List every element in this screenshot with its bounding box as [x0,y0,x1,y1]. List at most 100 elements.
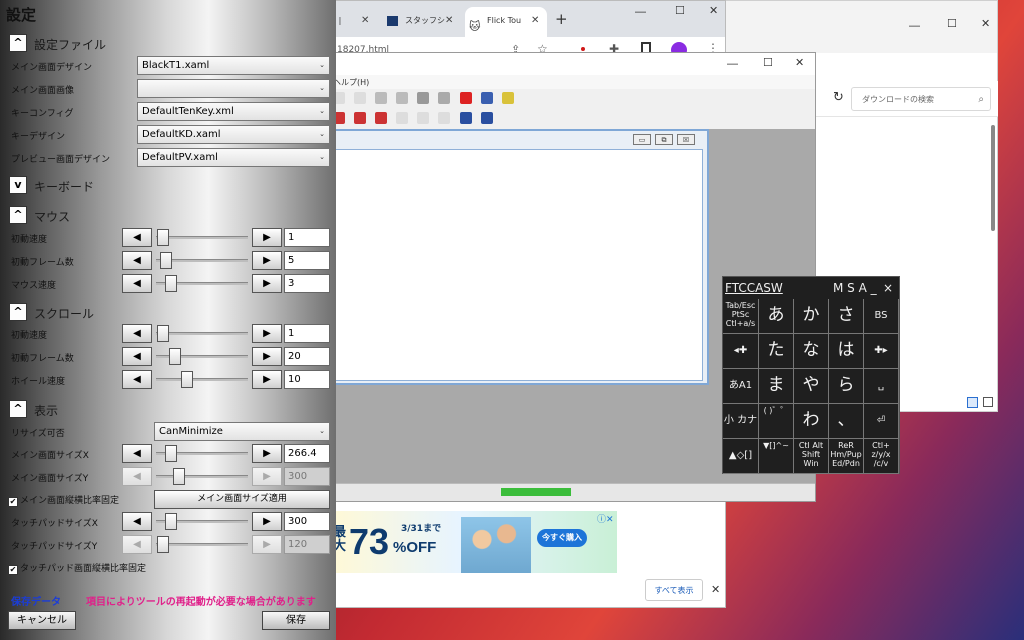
extension-dot-icon[interactable] [581,47,585,51]
close-tab-icon[interactable]: ✕ [531,7,539,35]
mdi-close-icon[interactable]: ☒ [677,134,695,145]
toolbar-doc-icon[interactable] [417,112,430,124]
decrease-button[interactable]: ◀ [122,274,152,293]
save-button[interactable]: 保存 [262,611,330,630]
increase-button[interactable]: ▶ [252,512,282,531]
slider-track[interactable] [156,378,248,381]
value-input[interactable]: 266.4 [284,444,330,463]
value-input[interactable]: 1 [284,324,330,343]
minimize-icon[interactable]: ― [727,57,738,70]
key-4-1[interactable]: ▼[]^~ [759,439,794,474]
toolbar-text-icon[interactable] [354,112,367,124]
refresh-icon[interactable]: ↻ [833,90,844,105]
slider-thumb[interactable] [165,513,177,530]
mdi-minimize-icon[interactable]: ▭ [633,134,651,145]
key-1-3[interactable]: は [829,334,864,369]
slider-track[interactable] [156,332,248,335]
increase-button[interactable]: ▶ [252,444,282,463]
close-tab-icon[interactable]: ✕ [445,7,453,35]
file-select[interactable]: DefaultPV.xaml ⌄ [137,148,330,167]
value-input[interactable]: 120 [284,535,330,554]
increase-button[interactable]: ▶ [252,274,282,293]
slider-thumb[interactable] [157,325,169,342]
slider-thumb[interactable] [165,275,177,292]
toolbar-nodes-icon[interactable] [396,92,409,104]
value-input[interactable]: 1 [284,228,330,247]
maximize-icon[interactable]: ☐ [947,17,957,30]
increase-button[interactable]: ▶ [252,535,282,554]
collapse-display-button[interactable]: ^ [9,400,27,418]
cancel-button[interactable]: キャンセル [8,611,76,630]
expand-keyboard-button[interactable]: v [9,176,27,194]
minimize-icon[interactable]: ― [635,5,646,18]
resize-select[interactable]: CanMinimize ⌄ [154,422,330,441]
toolbar-list-icon[interactable] [375,112,388,124]
key-1-1[interactable]: た [759,334,794,369]
collapse-file-button[interactable]: ^ [9,34,27,52]
key-0-3[interactable]: さ [829,299,864,334]
close-icon[interactable]: ✕ [709,4,718,17]
decrease-button[interactable]: ◀ [122,347,152,366]
key-1-4[interactable]: ✚▸ [864,334,899,369]
new-tab-icon[interactable]: + [555,10,568,28]
maximize-icon[interactable]: ☐ [763,56,773,69]
downloads-search-input[interactable]: ダウンロードの検索 ⌕ [851,87,991,111]
decrease-button[interactable]: ◀ [122,251,152,270]
ad-cta-button[interactable]: 今すぐ購入 [537,529,587,547]
value-input[interactable]: 20 [284,347,330,366]
ad-banner[interactable]: 最大 73 %OFF 3/31まで 今すぐ購入 ⓘ✕ [331,511,617,573]
key-4-3[interactable]: ReR Hm/Pup Ed/Pdn [829,439,864,474]
toolbar-check-icon[interactable] [417,92,430,104]
close-icon[interactable]: ✕ [795,56,804,69]
scrollbar[interactable] [991,125,995,231]
file-select[interactable]: DefaultKD.xaml ⌄ [137,125,330,144]
toolbar-tree-icon[interactable] [375,92,388,104]
file-select[interactable]: ⌄ [137,79,330,98]
collapse-scroll-button[interactable]: ^ [9,303,27,321]
key-3-3[interactable]: 、 [829,404,864,439]
key-0-2[interactable]: か [794,299,829,334]
decrease-button[interactable]: ◀ [122,444,152,463]
see-all-button[interactable]: すべて表示 [645,579,703,601]
toolbar-help-icon[interactable] [501,92,514,104]
tab-2[interactable]: スタッフシ ✕ [383,7,461,37]
checkbox-checked[interactable]: ✔ [8,565,18,575]
toolbar-red-mark-icon[interactable] [459,92,472,104]
value-input[interactable]: 3 [284,274,330,293]
increase-button[interactable]: ▶ [252,370,282,389]
toolbar-abc-icon[interactable] [438,92,451,104]
key-0-4[interactable]: BS [864,299,899,334]
value-input[interactable]: 300 [284,467,330,486]
slider-track[interactable] [156,475,248,478]
increase-button[interactable]: ▶ [252,347,282,366]
slider-thumb[interactable] [173,468,185,485]
slider-track[interactable] [156,236,248,239]
slider-thumb[interactable] [181,371,193,388]
toolbar-box-icon[interactable] [438,112,451,124]
decrease-button[interactable]: ◀ [122,535,152,554]
key-4-2[interactable]: Ctl Alt Shift Win [794,439,829,474]
key-2-0[interactable]: あA1 [723,369,759,404]
increase-button[interactable]: ▶ [252,324,282,343]
ad-info-icon[interactable]: ⓘ✕ [597,512,614,525]
decrease-button[interactable]: ◀ [122,228,152,247]
key-2-3[interactable]: ら [829,369,864,404]
decrease-button[interactable]: ◀ [122,467,152,486]
key-0-1[interactable]: あ [759,299,794,334]
key-2-4[interactable]: ␣ [864,369,899,404]
slider-thumb[interactable] [157,536,169,553]
decrease-button[interactable]: ◀ [122,370,152,389]
decrease-button[interactable]: ◀ [122,324,152,343]
increase-button[interactable]: ▶ [252,251,282,270]
file-select[interactable]: DefaultTenKey.xml ⌄ [137,102,330,121]
close-icon[interactable]: ✕ [981,17,990,30]
large-icons-view-icon[interactable] [983,397,993,407]
value-input[interactable]: 5 [284,251,330,270]
collapse-mouse-button[interactable]: ^ [9,206,27,224]
save-data-link[interactable]: 保存データ [11,593,61,608]
minimize-icon[interactable]: ― [909,19,920,32]
key-1-2[interactable]: な [794,334,829,369]
key-1-0[interactable]: ◂✚ [723,334,759,369]
keep-ratio-touchpad-checkbox[interactable]: ✔ タッチパッド画面縦横比率固定 [8,561,146,575]
tab-3[interactable]: 🐱 Flick Tou ✕ [465,7,547,37]
